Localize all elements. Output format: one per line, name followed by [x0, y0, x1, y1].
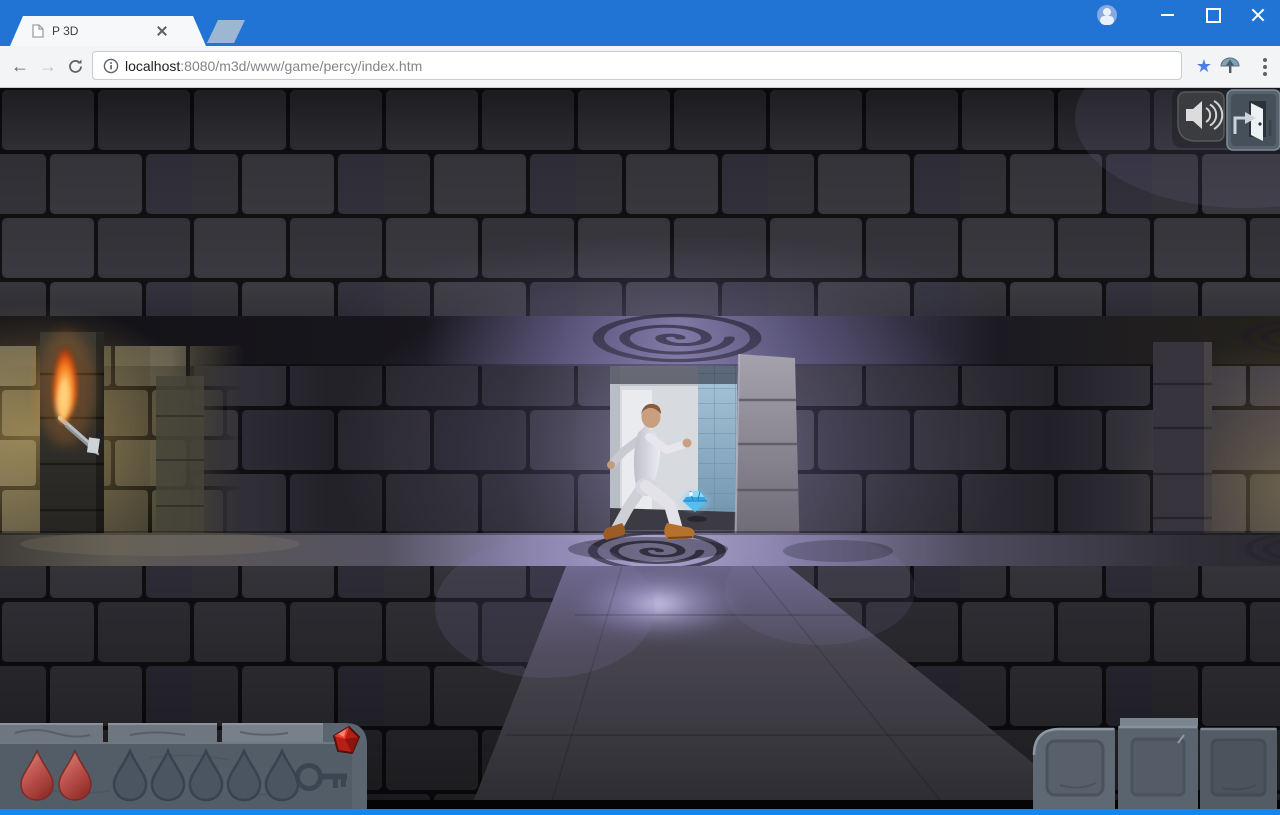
page-favicon-icon — [32, 24, 44, 38]
bookmark-star-icon[interactable]: ★ — [1191, 46, 1217, 87]
tab-title: P 3D — [52, 24, 78, 38]
inventory-slot[interactable] — [1118, 718, 1198, 809]
inventory-slot[interactable] — [1033, 728, 1115, 809]
extension-icon[interactable] — [1219, 56, 1241, 82]
ledge-floor — [0, 531, 1280, 569]
profile-icon[interactable] — [1097, 5, 1117, 25]
exit-button[interactable] — [1227, 90, 1280, 150]
new-tab-button[interactable] — [207, 20, 245, 43]
site-info-icon[interactable] — [103, 58, 119, 74]
hud-inventory — [1033, 718, 1277, 809]
forward-button[interactable]: → — [34, 46, 62, 87]
browser-window: P 3D ← → localhos — [0, 0, 1280, 815]
game-scene — [0, 88, 1280, 815]
door-right-jamb-pillar — [735, 354, 800, 560]
reload-button[interactable] — [61, 46, 89, 87]
window-maximize-button[interactable] — [1190, 0, 1235, 30]
back-button[interactable]: ← — [6, 46, 34, 87]
window-minimize-button[interactable] — [1145, 0, 1190, 30]
sound-button[interactable] — [1178, 92, 1224, 141]
browser-toolbar: ← → localhost:8080/m3d/www/game/percy/in… — [0, 46, 1280, 88]
bottom-blue-strip — [0, 809, 1280, 815]
hud-health-panel — [0, 723, 367, 809]
browser-menu-icon[interactable] — [1256, 55, 1274, 79]
reload-icon — [67, 58, 84, 75]
game-viewport[interactable] — [0, 88, 1280, 815]
tab-close-icon[interactable] — [156, 25, 168, 37]
url-host: localhost — [125, 58, 180, 74]
right-corner-pillar — [1153, 342, 1212, 560]
window-close-button[interactable] — [1235, 0, 1280, 30]
inventory-slot[interactable] — [1200, 728, 1277, 809]
url-path: :8080/m3d/www/game/percy/index.htm — [180, 58, 422, 74]
address-bar[interactable]: localhost:8080/m3d/www/game/percy/index.… — [92, 51, 1182, 80]
browser-titlebar: P 3D — [0, 0, 1280, 46]
game-top-buttons — [1172, 88, 1280, 150]
browser-tab[interactable]: P 3D — [10, 16, 206, 46]
